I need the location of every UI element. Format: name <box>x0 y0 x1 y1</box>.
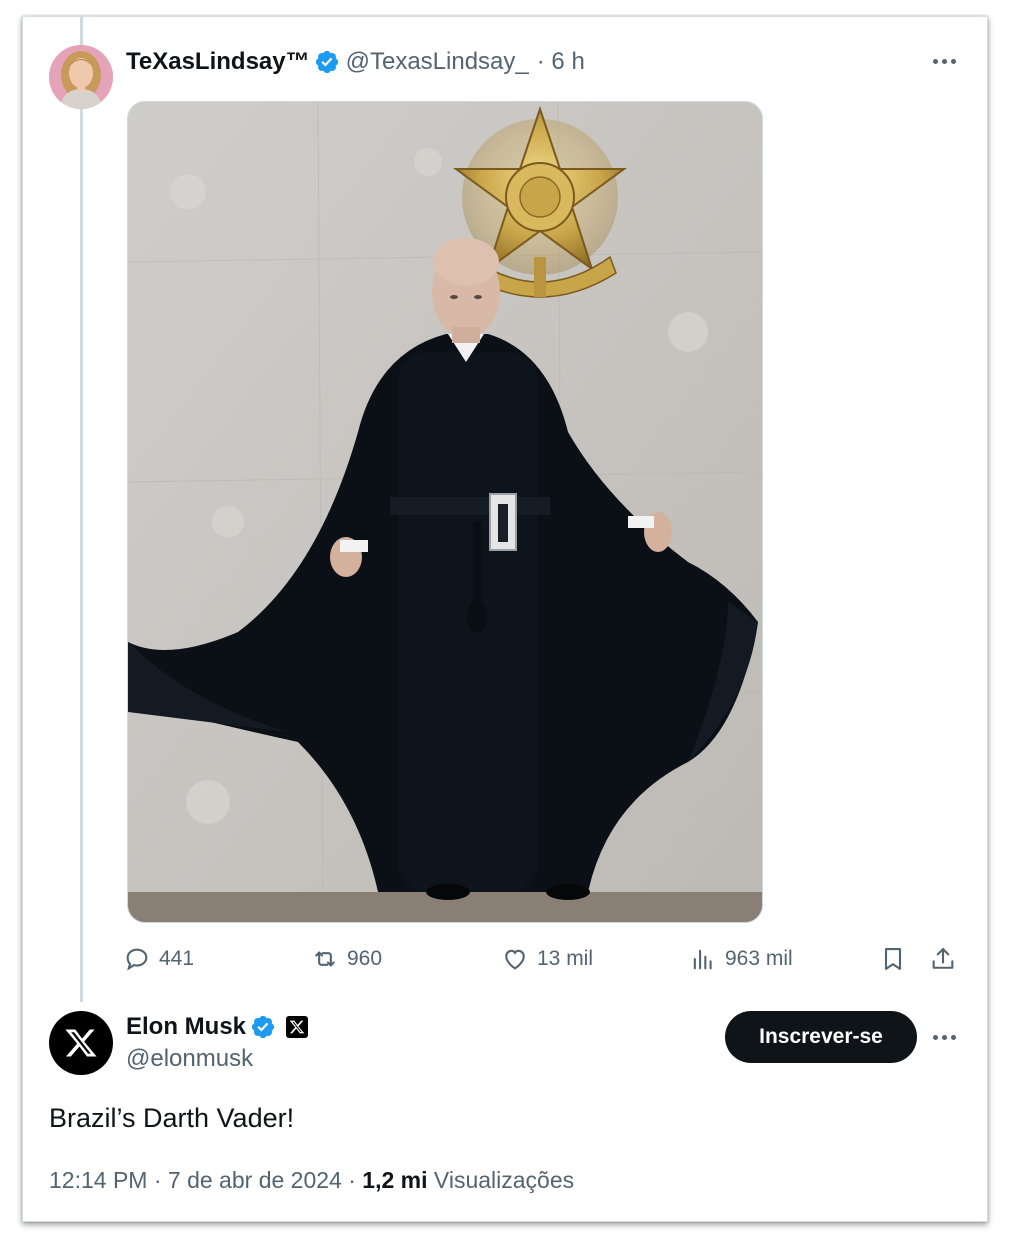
verified-badge-icon <box>250 1014 276 1040</box>
x-logo-icon <box>65 1029 97 1057</box>
avatar-elonmusk[interactable] <box>49 1011 113 1075</box>
tweet-timestamp-date[interactable]: 7 de abr de 2024 <box>168 1167 342 1193</box>
more-options-icon[interactable] <box>926 51 962 71</box>
author-handle[interactable]: @TexasLindsay_ <box>346 48 529 76</box>
views-button[interactable]: 963 mil <box>689 939 793 979</box>
tweet-photo[interactable] <box>127 101 763 923</box>
views-count: 963 mil <box>725 947 793 970</box>
share-button[interactable] <box>929 939 957 979</box>
tweet-action-bar: 441 960 13 mil 963 mil <box>123 939 963 979</box>
reply-author-handle[interactable]: @elonmusk <box>126 1045 253 1073</box>
verified-badge-icon <box>314 49 340 75</box>
thread-connector-line <box>80 17 83 1002</box>
like-button[interactable]: 13 mil <box>501 939 593 979</box>
tweet-text: Brazil’s Darth Vader! <box>49 1103 295 1133</box>
heart-icon <box>505 949 525 970</box>
tweet-timestamp-time[interactable]: 12:14 PM <box>49 1167 147 1193</box>
views-label: Visualizações <box>433 1167 575 1193</box>
bookmark-button[interactable] <box>879 939 907 979</box>
analytics-icon <box>693 949 712 970</box>
views-total: 1,2 mi <box>362 1167 428 1193</box>
bookmark-icon <box>884 948 902 970</box>
reply-count: 441 <box>159 947 195 970</box>
tweet-time[interactable]: · 6 h <box>537 48 585 76</box>
original-tweet-header: TeXasLindsay™ @TexasLindsay_ · 6 h <box>126 45 585 79</box>
avatar-texaslindsay[interactable] <box>49 45 113 109</box>
more-options-icon[interactable] <box>926 1027 962 1047</box>
repost-count: 960 <box>347 947 383 970</box>
reply-button[interactable]: 441 <box>123 939 194 979</box>
repost-icon <box>315 951 335 967</box>
reply-author-row: Elon Musk <box>126 1010 309 1044</box>
tweet-meta: 12:14 PM · 7 de abr de 2024 · 1,2 mi Vis… <box>49 1167 574 1194</box>
separator-dot: · <box>153 1167 168 1193</box>
like-count: 13 mil <box>537 947 594 970</box>
repost-button[interactable]: 960 <box>311 939 382 979</box>
subscribe-button[interactable]: Inscrever-se <box>725 1011 917 1063</box>
x-affiliation-badge-icon[interactable] <box>286 1016 309 1038</box>
reply-icon <box>126 948 148 971</box>
share-icon <box>932 948 954 969</box>
separator-dot: · <box>348 1167 363 1193</box>
reply-author-name[interactable]: Elon Musk <box>126 1013 246 1041</box>
author-name[interactable]: TeXasLindsay™ <box>126 48 310 76</box>
tweet-card: TeXasLindsay™ @TexasLindsay_ · 6 h 441 9… <box>22 16 988 1222</box>
